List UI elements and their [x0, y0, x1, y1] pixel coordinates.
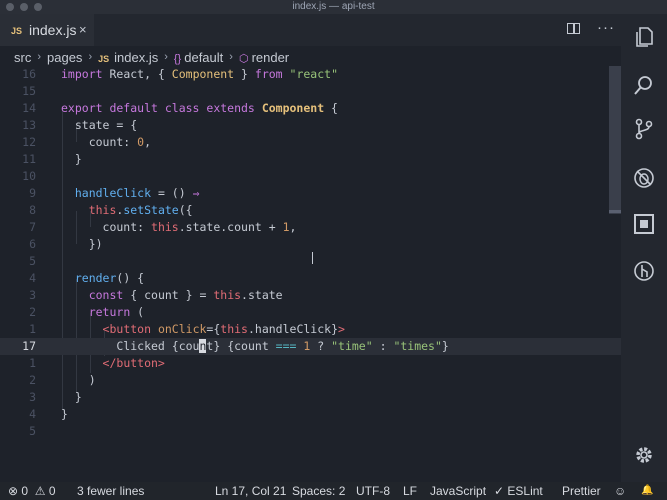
- line-number: 9: [29, 186, 36, 200]
- chevron-right-icon: ›: [164, 51, 168, 63]
- code-line: 12 count: 0,: [0, 134, 621, 151]
- code-line: 16 import React, { Component } from "reac…: [0, 66, 621, 83]
- debug-icon[interactable]: [633, 167, 655, 189]
- code-line: 3 }: [0, 389, 621, 406]
- line-number: 17: [22, 339, 36, 353]
- notifications-bell-icon[interactable]: 🔔: [641, 485, 653, 496]
- prettier-status[interactable]: Prettier: [562, 484, 601, 498]
- line-number: 8: [29, 203, 36, 217]
- code-line: 13 state = {: [0, 117, 621, 134]
- code-line: 5: [0, 423, 621, 440]
- chevron-right-icon: ›: [37, 51, 42, 63]
- symbol-class-icon: {}: [173, 52, 182, 65]
- code-editor[interactable]: 16 import React, { Component } from "reac…: [0, 66, 621, 486]
- code-line: 5: [0, 253, 621, 270]
- code-line: 1 </button>: [0, 355, 621, 372]
- editor-scrollbar[interactable]: [609, 66, 621, 214]
- code-line: 1 <button onClick={this.handleClick}>: [0, 321, 621, 338]
- breadcrumb-default-label: default: [184, 49, 224, 65]
- js-file-icon: JS: [98, 53, 110, 64]
- code-line: 14 export default class extends Component…: [0, 100, 621, 117]
- code-line: 10: [0, 168, 621, 185]
- activity-bar: [621, 14, 667, 486]
- code-line: 3 const { count } = this.state: [0, 287, 621, 304]
- status-message: 3 fewer lines: [77, 484, 145, 498]
- code-line: 15: [0, 83, 621, 100]
- line-number: 15: [22, 84, 36, 98]
- code-line: 4 render() {: [0, 270, 621, 287]
- eslint-label: ESLint: [507, 484, 543, 498]
- breadcrumb-src[interactable]: src: [14, 50, 31, 65]
- title-bar: index.js — api-test: [0, 0, 667, 14]
- warning-count: 0: [48, 484, 56, 498]
- code-line: 9 handleClick = () ⇒: [0, 185, 621, 202]
- error-icon: ⊗: [8, 484, 19, 498]
- gitlens-icon[interactable]: [633, 260, 655, 282]
- feedback-smiley-icon[interactable]: ☺: [614, 484, 626, 498]
- line-number: 12: [22, 135, 36, 149]
- line-number: 3: [29, 390, 36, 404]
- line-number: 5: [29, 254, 36, 268]
- symbol-method-icon: ⬡: [238, 52, 249, 65]
- line-number: 5: [29, 424, 36, 438]
- code-line: 11 }: [0, 151, 621, 168]
- language-mode[interactable]: JavaScript: [430, 484, 486, 498]
- tab-label: index.js: [29, 22, 77, 38]
- check-icon: ✓: [494, 484, 505, 498]
- code-line: 6 }): [0, 236, 621, 253]
- indentation[interactable]: Spaces: 2: [292, 484, 345, 498]
- breadcrumb-file-label: index.js: [114, 49, 159, 65]
- line-number: 6: [29, 237, 36, 251]
- line-number: 10: [22, 169, 36, 183]
- breadcrumb: src › pages › JS index.js › {} default › ⬡…: [0, 46, 621, 68]
- search-icon[interactable]: [633, 74, 655, 96]
- code-line: 4}: [0, 406, 621, 423]
- tab-bar: JS index.js ×: [0, 14, 621, 46]
- warning-icon: ⚠: [31, 484, 46, 498]
- code-line-current: 17 Clicked {count} {count === 1 ? "time"…: [0, 338, 621, 355]
- breadcrumb-render[interactable]: ⬡ render: [239, 50, 289, 65]
- scrollbar-marker: [609, 210, 621, 213]
- code-line: 8 this.setState({: [0, 202, 621, 219]
- chevron-right-icon: ›: [88, 51, 93, 63]
- breadcrumb-default[interactable]: {} default: [174, 50, 223, 65]
- line-number: 13: [22, 118, 36, 132]
- mouse-ibeam-cursor: [312, 252, 317, 264]
- js-file-icon: JS: [11, 26, 23, 36]
- line-number: 3: [29, 288, 36, 302]
- breadcrumb-file[interactable]: JS index.js: [98, 50, 158, 65]
- more-actions-icon[interactable]: ···: [597, 19, 615, 36]
- settings-gear-icon[interactable]: [633, 444, 655, 466]
- breadcrumb-render-label: render: [251, 49, 290, 65]
- line-number: 4: [29, 407, 36, 421]
- line-number: 4: [29, 271, 36, 285]
- line-ending[interactable]: LF: [403, 484, 417, 498]
- cursor-position[interactable]: Ln 17, Col 21: [215, 484, 286, 498]
- source-control-icon[interactable]: [633, 118, 655, 140]
- line-number: 7: [29, 220, 36, 234]
- line-number: 14: [22, 101, 36, 115]
- line-number: 1: [29, 356, 36, 370]
- problems-indicator[interactable]: ⊗ 0 ⚠ 0: [8, 484, 56, 498]
- code-line: 2 ): [0, 372, 621, 389]
- line-number: 11: [22, 152, 36, 166]
- breadcrumb-pages[interactable]: pages: [47, 50, 82, 65]
- code-line: 7 count: this.state.count + 1,: [0, 219, 621, 236]
- files-icon[interactable]: [633, 26, 655, 48]
- eslint-status[interactable]: ✓ ESLint: [494, 484, 543, 498]
- encoding[interactable]: UTF-8: [356, 484, 390, 498]
- status-bar: ⊗ 0 ⚠ 0 3 fewer lines Ln 17, Col 21 Spac…: [0, 482, 667, 500]
- line-number: 2: [29, 373, 36, 387]
- code-line: 2 return (: [0, 304, 621, 321]
- tab-close-icon[interactable]: ×: [79, 22, 87, 37]
- window-title: index.js — api-test: [292, 1, 375, 12]
- line-number: 2: [29, 305, 36, 319]
- line-number: 1: [29, 322, 36, 336]
- split-editor-icon[interactable]: [567, 23, 580, 34]
- extensions-icon[interactable]: [633, 213, 655, 235]
- tab-index-js[interactable]: JS index.js ×: [0, 14, 94, 46]
- error-count: 0: [21, 484, 29, 498]
- line-number: 16: [22, 67, 36, 81]
- chevron-right-icon: ›: [229, 51, 233, 63]
